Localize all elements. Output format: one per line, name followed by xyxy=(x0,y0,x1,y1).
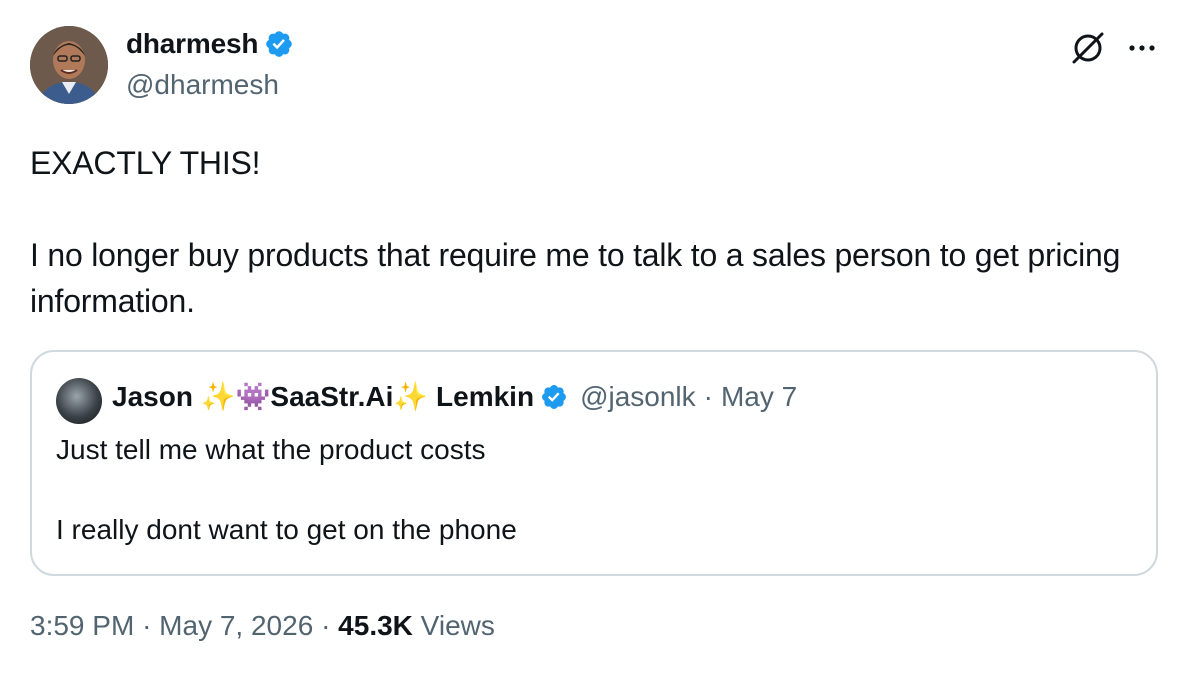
quoted-author-handle: @jasonlk xyxy=(580,380,696,412)
verified-badge-icon xyxy=(266,31,293,57)
tweet-text: EXACTLY THIS! I no longer buy products t… xyxy=(30,145,1121,319)
meta-separator: · xyxy=(321,610,331,641)
views-label[interactable]: Views xyxy=(421,610,495,641)
author-display-name[interactable]: dharmesh xyxy=(126,28,258,60)
views-count[interactable]: 45.3K xyxy=(338,610,413,641)
quoted-tweet-date: May 7 xyxy=(720,380,798,412)
more-options-icon[interactable] xyxy=(1124,30,1160,66)
quoted-author-display-name: Jason ✨👾SaaStr.Ai✨ Lemkin xyxy=(112,381,535,412)
author-handle[interactable]: @dharmesh xyxy=(126,69,279,101)
author-name-row[interactable]: dharmesh xyxy=(126,28,294,60)
quoted-tweet-text: Just tell me what the product costs I re… xyxy=(56,434,517,545)
quoted-tweet-header: Jason ✨👾SaaStr.Ai✨ Lemkin @jasonlk · May… xyxy=(112,380,797,413)
quoted-author-avatar[interactable] xyxy=(56,378,102,424)
tweet-time[interactable]: 3:59 PM xyxy=(30,610,134,641)
tweet-meta: 3:59 PM · May 7, 2026 · 45.3K Views xyxy=(30,610,495,642)
author-avatar[interactable] xyxy=(30,26,108,104)
grok-icon[interactable] xyxy=(1068,28,1108,68)
meta-separator: · xyxy=(142,610,152,641)
quoted-separator: · xyxy=(703,380,713,412)
tweet-date[interactable]: May 7, 2026 xyxy=(159,610,313,641)
quoted-tweet[interactable]: Jason ✨👾SaaStr.Ai✨ Lemkin @jasonlk · May… xyxy=(30,350,1158,576)
verified-badge-icon xyxy=(542,384,567,409)
